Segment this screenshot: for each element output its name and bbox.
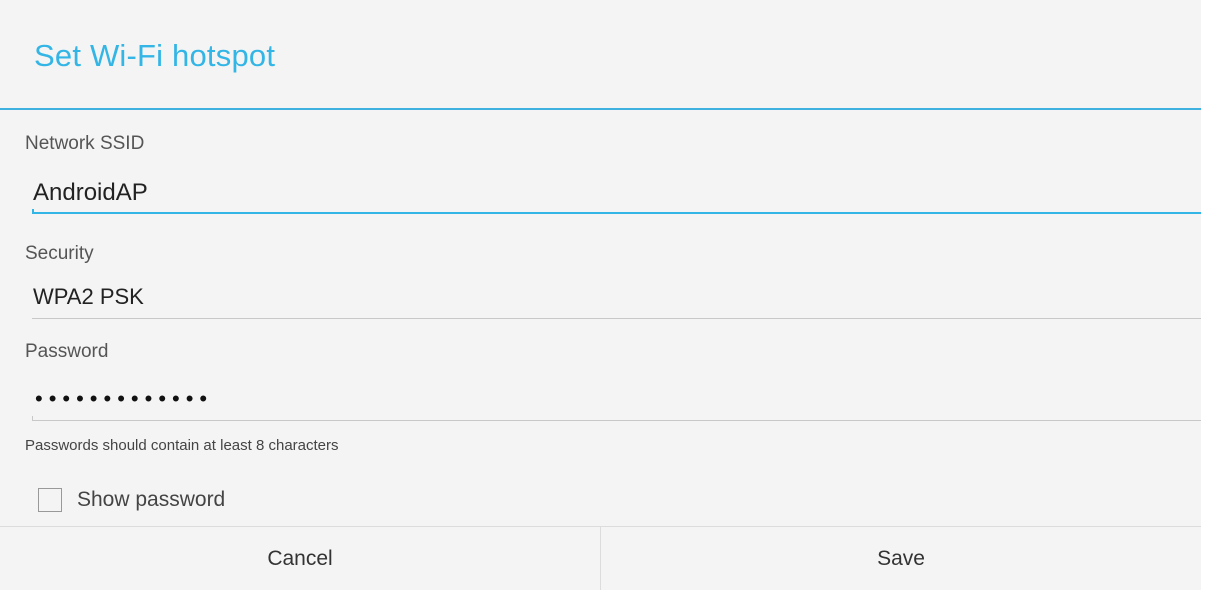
password-hint: Passwords should contain at least 8 char… bbox=[25, 437, 339, 454]
dialog-button-bar: Cancel Save bbox=[0, 526, 1201, 590]
password-input-underline bbox=[32, 416, 1201, 421]
show-password-checkbox[interactable] bbox=[38, 488, 62, 512]
security-label: Security bbox=[25, 243, 94, 264]
security-spinner-underline bbox=[32, 318, 1201, 319]
dialog-title-bar: Set Wi-Fi hotspot bbox=[0, 0, 1201, 110]
ssid-input-underline bbox=[32, 209, 1201, 214]
dialog-title: Set Wi-Fi hotspot bbox=[34, 38, 276, 73]
show-password-label[interactable]: Show password bbox=[77, 488, 225, 512]
password-input[interactable]: ••••••••••••• bbox=[35, 386, 213, 412]
security-spinner[interactable]: WPA2 PSK bbox=[33, 284, 144, 310]
ssid-input[interactable]: AndroidAP bbox=[33, 179, 148, 207]
cancel-button[interactable]: Cancel bbox=[0, 527, 600, 590]
ssid-label: Network SSID bbox=[25, 133, 145, 154]
password-label: Password bbox=[25, 341, 109, 362]
screen-edge bbox=[1201, 0, 1206, 590]
show-password-row[interactable]: Show password bbox=[38, 486, 225, 514]
save-button[interactable]: Save bbox=[600, 527, 1201, 590]
wifi-hotspot-dialog: Set Wi-Fi hotspot Network SSID AndroidAP… bbox=[0, 0, 1206, 590]
